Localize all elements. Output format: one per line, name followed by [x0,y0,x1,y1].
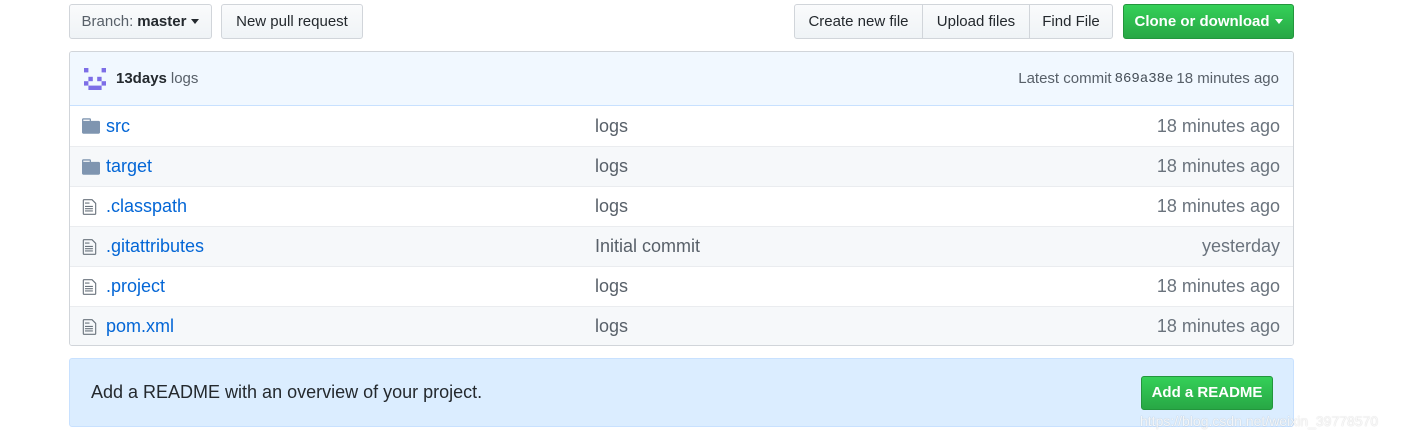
repo-toolbar: Branch: master New pull request Create n… [69,4,1294,39]
avatar[interactable] [84,67,106,90]
file-name-link[interactable]: pom.xml [106,316,595,337]
create-new-file-button[interactable]: Create new file [794,4,923,39]
file-name-link[interactable]: .classpath [106,196,595,217]
file-name-link[interactable]: .project [106,276,595,297]
file-commit-message[interactable]: logs [595,316,1157,337]
upload-files-button[interactable]: Upload files [922,4,1030,39]
add-readme-button[interactable]: Add a README [1141,375,1273,410]
file-commit-message[interactable]: Initial commit [595,236,1202,257]
caret-down-icon [191,19,200,24]
file-row: .classpath logs 18 minutes ago [70,186,1293,226]
latest-commit-bar: 13days logs Latest commit 869a38e 18 min… [70,52,1293,106]
branch-select-button[interactable]: Branch: master [69,4,212,39]
caret-down-icon [1274,19,1283,24]
file-commit-message[interactable]: logs [595,156,1157,177]
clone-or-download-button[interactable]: Clone or download [1123,4,1294,39]
file-row: target logs 18 minutes ago [70,146,1293,186]
file-list-box: 13days logs Latest commit 869a38e 18 min… [69,51,1294,346]
branch-prefix: Branch: [81,13,134,30]
file-age: 18 minutes ago [1156,196,1280,216]
file-icon [82,238,106,256]
commit-author[interactable]: 13days [116,70,167,87]
file-commit-message[interactable]: logs [595,276,1157,297]
new-pull-request-button[interactable]: New pull request [221,4,363,39]
file-icon [82,278,106,296]
file-age: yesterday [1201,236,1280,256]
file-actions-group: Create new file Upload files Find File [794,4,1113,39]
readme-prompt: Add a README with an overview of your pr… [69,358,1294,427]
file-icon [82,198,106,216]
file-row: src logs 18 minutes ago [70,106,1293,146]
branch-name: master [137,13,187,30]
readme-prompt-text: Add a README with an overview of your pr… [91,382,483,402]
file-name-link[interactable]: target [106,156,595,177]
file-age: 18 minutes ago [1156,156,1280,176]
commit-age: 18 minutes ago [1176,70,1279,87]
file-row: .gitattributes Initial commit yesterday [70,226,1293,266]
file-age: 18 minutes ago [1156,276,1280,296]
folder-icon [82,118,106,134]
find-file-button[interactable]: Find File [1029,4,1113,39]
file-commit-message[interactable]: logs [595,116,1157,137]
file-name-link[interactable]: src [106,116,595,137]
watermark: https://blog.csdn.net/weixin_39778570 [1140,413,1379,429]
file-commit-message[interactable]: logs [595,196,1157,217]
file-icon [82,318,106,336]
file-age: 18 minutes ago [1156,316,1280,336]
file-name-link[interactable]: .gitattributes [106,236,595,257]
file-row: .project logs 18 minutes ago [70,266,1293,306]
latest-commit-label: Latest commit [1018,70,1112,87]
folder-icon [82,158,106,175]
file-age: 18 minutes ago [1156,115,1280,136]
commit-message[interactable]: logs [171,70,199,87]
clone-label: Clone or download [1134,13,1270,30]
file-table: src logs 18 minutes ago target logs 18 m… [70,106,1293,345]
commit-sha[interactable]: 869a38e [1115,71,1174,87]
file-row: pom.xml logs 18 minutes ago [70,306,1293,345]
